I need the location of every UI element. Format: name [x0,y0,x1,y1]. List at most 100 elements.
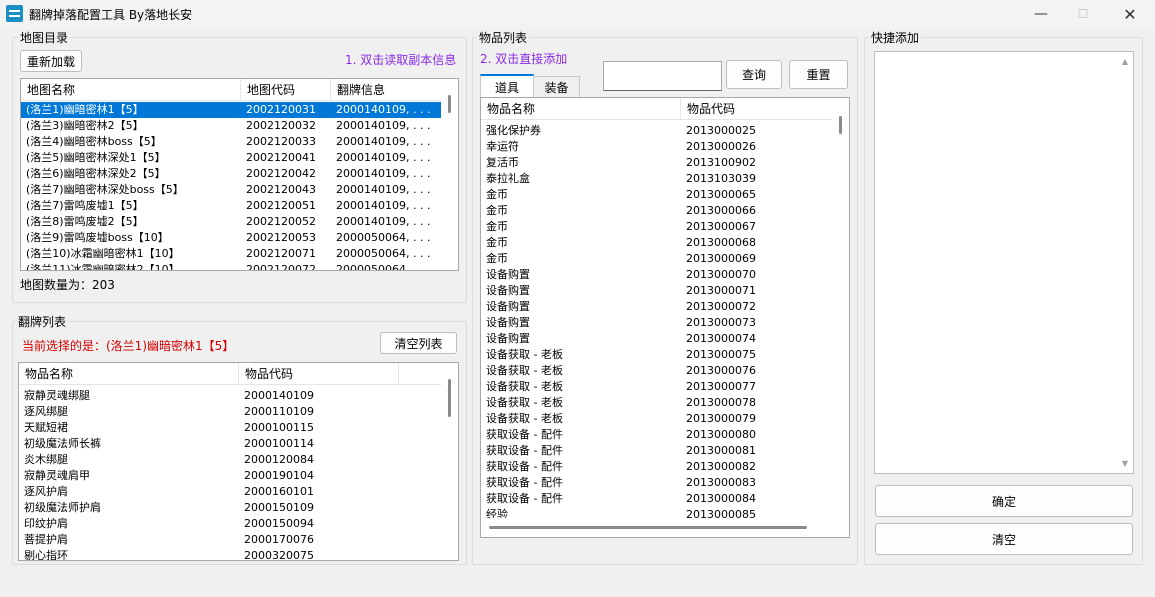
table-row[interactable]: 设备购置 2013000071 [481,283,833,299]
table-row[interactable]: 强化保护券 2013000025 [481,123,833,139]
map-col-code[interactable]: 地图代码 [241,79,331,101]
scroll-thumb[interactable] [839,116,842,134]
tab-equipment[interactable]: 装备 [533,76,580,98]
quick-add-textarea[interactable]: ▲ ▼ [874,51,1134,474]
table-cell: 2000150109 [244,501,314,514]
table-row[interactable]: 天赋短裙 2000100115 [19,420,399,436]
table-cell: 2000100114 [244,437,314,450]
table-row[interactable]: 获取设备 - 配件 2013000081 [481,443,833,459]
table-row[interactable]: 逐风护肩 2000160101 [19,484,399,500]
table-cell: 设备获取 - 老板 [486,348,563,361]
table-row[interactable]: (洛兰4)幽暗密林boss【5】 2002120033 2000140109, . … [21,134,441,150]
table-row[interactable]: 寂静灵魂绑腿 2000140109 [19,388,399,404]
table-row[interactable]: (洛兰9)雷鸣废墟boss【10】 2002120053 2000050064, .… [21,230,441,246]
table-cell: 2013000068 [686,236,756,249]
table-row[interactable]: 设备获取 - 老板 2013000075 [481,347,833,363]
table-row[interactable]: 泰拉礼盒 2013103039 [481,171,833,187]
table-cell: (洛兰5)幽暗密林深处1【5】 [26,151,166,164]
table-row[interactable]: 幸运符 2013000026 [481,139,833,155]
table-row[interactable]: (洛兰8)雷鸣废墟2【5】 2002120052 2000140109, . . . [21,214,441,230]
map-col-name[interactable]: 地图名称 [21,79,241,101]
hscroll-thumb[interactable] [489,526,807,529]
flip-list[interactable]: 物品名称 物品代码 寂静灵魂绑腿 2000140109 逐风绑腿 2000110109… [18,362,459,561]
table-row[interactable]: 金币 2013000068 [481,235,833,251]
table-row[interactable]: 菩提护肩 2000170076 [19,532,399,548]
items-col-code[interactable]: 物品代码 [681,98,833,120]
search-input[interactable] [603,61,722,91]
quick-clear-button[interactable]: 清空 [875,523,1133,555]
table-cell: 设备购置 [486,332,530,345]
table-cell: 逐风绑腿 [24,405,68,418]
table-row[interactable]: 金币 2013000066 [481,203,833,219]
items-list[interactable]: 物品名称 物品代码 强化保护券 2013000025 幸运符 2013000026 复活… [480,97,850,538]
table-row[interactable]: 获取设备 - 配件 2013000084 [481,491,833,507]
table-row[interactable]: 逐风绑腿 2000110109 [19,404,399,420]
table-row[interactable]: 复活币 2013100902 [481,155,833,171]
table-cell: 设备获取 - 老板 [486,396,563,409]
table-row[interactable]: 寂静灵魂肩甲 2000190104 [19,468,399,484]
map-list[interactable]: 地图名称 地图代码 翻牌信息 (洛兰1)幽暗密林1【5】 2002120031 20… [20,78,459,271]
table-cell: 设备获取 - 老板 [486,364,563,377]
items-list-scrollbar[interactable] [832,98,849,518]
search-button[interactable]: 查询 [726,60,782,89]
table-row[interactable]: (洛兰10)冰霜幽暗密林1【10】 2002120071 2000050064, .… [21,246,441,262]
table-row[interactable]: (洛兰6)幽暗密林深处2【5】 2002120042 2000140109, . .… [21,166,441,182]
table-row[interactable]: (洛兰3)幽暗密林2【5】 2002120032 2000140109, . . . [21,118,441,134]
table-row[interactable]: 设备获取 - 老板 2013000078 [481,395,833,411]
table-cell: 2000150094 [244,517,314,530]
table-row[interactable]: 设备购置 2013000073 [481,315,833,331]
flip-col-name[interactable]: 物品名称 [19,363,239,385]
flip-col-code[interactable]: 物品代码 [239,363,399,385]
items-hint: 2. 双击直接添加 [480,52,568,66]
table-row[interactable]: 获取设备 - 配件 2013000083 [481,475,833,491]
minimize-button[interactable]: — [1018,0,1064,28]
table-row[interactable]: (洛兰5)幽暗密林深处1【5】 2002120041 2000140109, . .… [21,150,441,166]
scroll-up-icon[interactable]: ▲ [1122,57,1128,66]
table-cell: 2000140109, . . . [336,103,431,116]
table-row[interactable]: 金币 2013000065 [481,187,833,203]
table-row[interactable]: 获取设备 - 配件 2013000080 [481,427,833,443]
clear-list-button[interactable]: 清空列表 [380,332,457,354]
table-row[interactable]: 设备获取 - 老板 2013000079 [481,411,833,427]
table-cell: 2013000082 [686,460,756,473]
table-row[interactable]: 初级魔法师长裤 2000100114 [19,436,399,452]
table-row[interactable]: (洛兰1)幽暗密林1【5】 2002120031 2000140109, . . . [21,102,441,118]
items-list-hscrollbar[interactable] [481,518,849,537]
map-count-label: 地图数量为：203 [20,278,115,292]
table-row[interactable]: 设备购置 2013000072 [481,299,833,315]
table-cell: 初级魔法师长裤 [24,437,101,450]
close-button[interactable]: ✕ [1107,0,1153,28]
scroll-thumb[interactable] [448,95,451,113]
table-cell: 2013000072 [686,300,756,313]
table-row[interactable]: (洛兰11)冰霜幽暗密林2【10】 2002120072 2000050064, .… [21,262,441,270]
table-row[interactable]: 金币 2013000069 [481,251,833,267]
table-row[interactable]: 设备获取 - 老板 2013000076 [481,363,833,379]
table-cell: 设备获取 - 老板 [486,380,563,393]
table-row[interactable]: 初级魔法师护肩 2000150109 [19,500,399,516]
items-col-name[interactable]: 物品名称 [481,98,681,120]
flip-list-scrollbar[interactable] [441,363,458,560]
table-cell: 寂静灵魂绑腿 [24,389,90,402]
scroll-down-icon[interactable]: ▼ [1122,459,1128,468]
table-cell: 2000100115 [244,421,314,434]
reset-button[interactable]: 重置 [789,60,848,89]
table-row[interactable]: 剔心指环 2000320075 [19,548,399,560]
reload-button[interactable]: 重新加载 [20,50,82,72]
table-row[interactable]: 炎木绑腿 2000120084 [19,452,399,468]
table-row[interactable]: 印纹护肩 2000150094 [19,516,399,532]
table-row[interactable]: (洛兰7)雷鸣废墟1【5】 2002120051 2000140109, . . . [21,198,441,214]
scroll-thumb[interactable] [448,379,451,417]
map-col-info[interactable]: 翻牌信息 [331,79,443,101]
table-row[interactable]: 设备购置 2013000074 [481,331,833,347]
table-cell: (洛兰3)幽暗密林2【5】 [26,119,144,132]
confirm-button[interactable]: 确定 [875,485,1133,517]
table-row[interactable]: 获取设备 - 配件 2013000082 [481,459,833,475]
table-row[interactable]: (洛兰7)幽暗密林深处boss【5】 2002120043 2000140109, … [21,182,441,198]
maximize-button[interactable]: ☐ [1060,0,1106,28]
table-row[interactable]: 设备获取 - 老板 2013000077 [481,379,833,395]
map-list-scrollbar[interactable] [441,79,458,270]
table-row[interactable]: 设备购置 2013000070 [481,267,833,283]
table-cell: 2013000067 [686,220,756,233]
tab-props[interactable]: 道具 [480,74,534,98]
table-row[interactable]: 金币 2013000067 [481,219,833,235]
